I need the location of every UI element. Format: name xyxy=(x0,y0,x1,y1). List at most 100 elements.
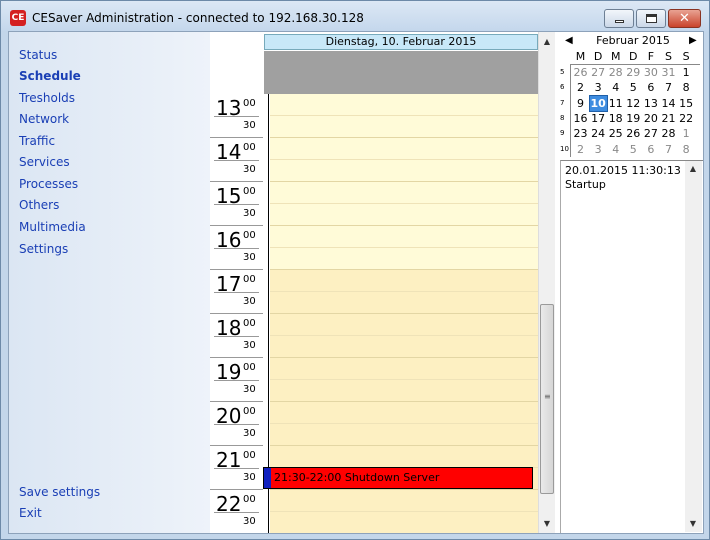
calendar-day[interactable]: 27 xyxy=(642,126,659,141)
sidebar-item-schedule[interactable]: Schedule xyxy=(19,69,81,83)
half-hour-divider xyxy=(214,292,259,293)
time-slot[interactable] xyxy=(270,336,538,358)
calendar-day[interactable]: 20 xyxy=(642,111,659,126)
minute-label: 30 xyxy=(243,472,256,483)
maximize-button[interactable] xyxy=(636,9,666,28)
calendar-day[interactable]: 19 xyxy=(625,111,642,126)
calendar-day[interactable]: 15 xyxy=(678,96,695,111)
weekday-header: M xyxy=(575,50,586,63)
calendar-day[interactable]: 3 xyxy=(590,142,607,157)
calendar-day[interactable]: 7 xyxy=(660,142,677,157)
calendar-day[interactable]: 6 xyxy=(642,142,659,157)
calendar-day[interactable]: 28 xyxy=(607,65,624,80)
scrollbar-thumb[interactable]: ≡ xyxy=(540,304,554,494)
calendar-day[interactable]: 24 xyxy=(590,126,607,141)
time-slot[interactable] xyxy=(270,380,538,402)
calendar-day[interactable]: 31 xyxy=(660,65,677,80)
time-slot[interactable] xyxy=(270,512,538,533)
prev-month-icon[interactable]: ◀ xyxy=(565,35,573,46)
calendar-day[interactable]: 13 xyxy=(642,96,659,111)
date-header[interactable]: Dienstag, 10. Februar 2015 xyxy=(264,34,538,50)
event-log: 20.01.2015 11:30:13 Startup ▲ ▼ xyxy=(560,160,703,533)
sidebar-item-processes[interactable]: Processes xyxy=(19,177,78,191)
calendar-day[interactable]: 14 xyxy=(660,96,677,111)
calendar-day[interactable]: 18 xyxy=(607,111,624,126)
calendar-day[interactable]: 4 xyxy=(607,142,624,157)
calendar-day[interactable]: 30 xyxy=(642,65,659,80)
time-slot[interactable] xyxy=(270,160,538,182)
log-scrollbar[interactable]: ▲ ▼ xyxy=(685,161,702,532)
sidebar-item-status[interactable]: Status xyxy=(19,48,57,62)
calendar-day[interactable]: 11 xyxy=(607,96,624,111)
sidebar-item-network[interactable]: Network xyxy=(19,112,69,126)
time-slot[interactable] xyxy=(270,204,538,226)
time-column-header xyxy=(210,32,263,94)
time-slot[interactable] xyxy=(270,446,538,468)
scroll-down-icon[interactable]: ▼ xyxy=(685,516,701,532)
calendar-day[interactable]: 27 xyxy=(590,65,607,80)
hour-row: 21 00 30 xyxy=(210,446,263,490)
calendar-day[interactable]: 2 xyxy=(572,80,589,95)
sidebar-item-multimedia[interactable]: Multimedia xyxy=(19,220,86,234)
scroll-down-icon[interactable]: ▼ xyxy=(539,516,555,532)
time-slot[interactable] xyxy=(270,292,538,314)
time-slot[interactable] xyxy=(270,314,538,336)
calendar-day[interactable]: 9 xyxy=(572,96,589,111)
calendar-day[interactable]: 26 xyxy=(572,65,589,80)
minute-label: 00 xyxy=(243,318,256,329)
calendar-day[interactable]: 8 xyxy=(678,80,695,95)
calendar-day[interactable]: 3 xyxy=(590,80,607,95)
time-slot[interactable] xyxy=(270,248,538,270)
calendar-day[interactable]: 6 xyxy=(642,80,659,95)
all-day-area[interactable] xyxy=(264,51,538,94)
event-shutdown-server[interactable]: 21:30-22:00 Shutdown Server xyxy=(263,467,533,489)
time-slot[interactable] xyxy=(270,138,538,160)
minimize-button[interactable] xyxy=(604,9,634,28)
save-settings-link[interactable]: Save settings xyxy=(19,485,100,499)
sidebar-item-services[interactable]: Services xyxy=(19,155,70,169)
mini-calendar: ◀ Februar 2015 ▶ MDMDFSS 5 26 27 28 29 30 31 1 6… xyxy=(558,32,703,158)
sidebar-item-settings[interactable]: Settings xyxy=(19,242,68,256)
time-slot[interactable] xyxy=(270,270,538,292)
calendar-day[interactable]: 1 xyxy=(678,65,695,80)
time-slot[interactable] xyxy=(270,490,538,512)
sidebar: Status Schedule Tresholds Network Traffi… xyxy=(9,32,210,533)
close-button[interactable]: ✕ xyxy=(668,9,701,28)
time-slot[interactable] xyxy=(270,226,538,248)
calendar-day[interactable]: 21 xyxy=(660,111,677,126)
title-bar[interactable]: CE CESaver Administration - connected to… xyxy=(1,1,709,31)
exit-link[interactable]: Exit xyxy=(19,506,42,520)
time-slot[interactable] xyxy=(270,402,538,424)
calendar-day[interactable]: 29 xyxy=(625,65,642,80)
calendar-day[interactable]: 16 xyxy=(572,111,589,126)
calendar-day[interactable]: 2 xyxy=(572,142,589,157)
calendar-day[interactable]: 7 xyxy=(660,80,677,95)
time-slot[interactable] xyxy=(270,182,538,204)
sidebar-item-traffic[interactable]: Traffic xyxy=(19,134,55,148)
calendar-day[interactable]: 28 xyxy=(660,126,677,141)
scroll-up-icon[interactable]: ▲ xyxy=(685,161,701,177)
calendar-day[interactable]: 23 xyxy=(572,126,589,141)
hour-row: 18 00 30 xyxy=(210,314,263,358)
calendar-day[interactable]: 12 xyxy=(625,96,642,111)
calendar-day[interactable]: 17 xyxy=(590,111,607,126)
dayview-scrollbar[interactable]: ▲ ≡ ▼ xyxy=(538,32,555,533)
calendar-day[interactable]: 25 xyxy=(607,126,624,141)
sidebar-item-others[interactable]: Others xyxy=(19,198,59,212)
calendar-day[interactable]: 22 xyxy=(678,111,695,126)
scroll-up-icon[interactable]: ▲ xyxy=(539,34,555,50)
sidebar-item-tresholds[interactable]: Tresholds xyxy=(19,91,75,105)
calendar-day[interactable]: 26 xyxy=(625,126,642,141)
calendar-day[interactable]: 5 xyxy=(625,142,642,157)
calendar-day[interactable]: 1 xyxy=(678,126,695,141)
time-slot[interactable] xyxy=(270,94,538,116)
calendar-day[interactable]: 4 xyxy=(607,80,624,95)
calendar-day[interactable]: 8 xyxy=(678,142,695,157)
time-slot[interactable] xyxy=(270,116,538,138)
next-month-icon[interactable]: ▶ xyxy=(689,35,697,46)
calendar-day[interactable]: 5 xyxy=(625,80,642,95)
calendar-day[interactable]: 10 xyxy=(588,94,608,112)
time-slot[interactable] xyxy=(270,424,538,446)
minute-label: 00 xyxy=(243,230,256,241)
time-slot[interactable] xyxy=(270,358,538,380)
